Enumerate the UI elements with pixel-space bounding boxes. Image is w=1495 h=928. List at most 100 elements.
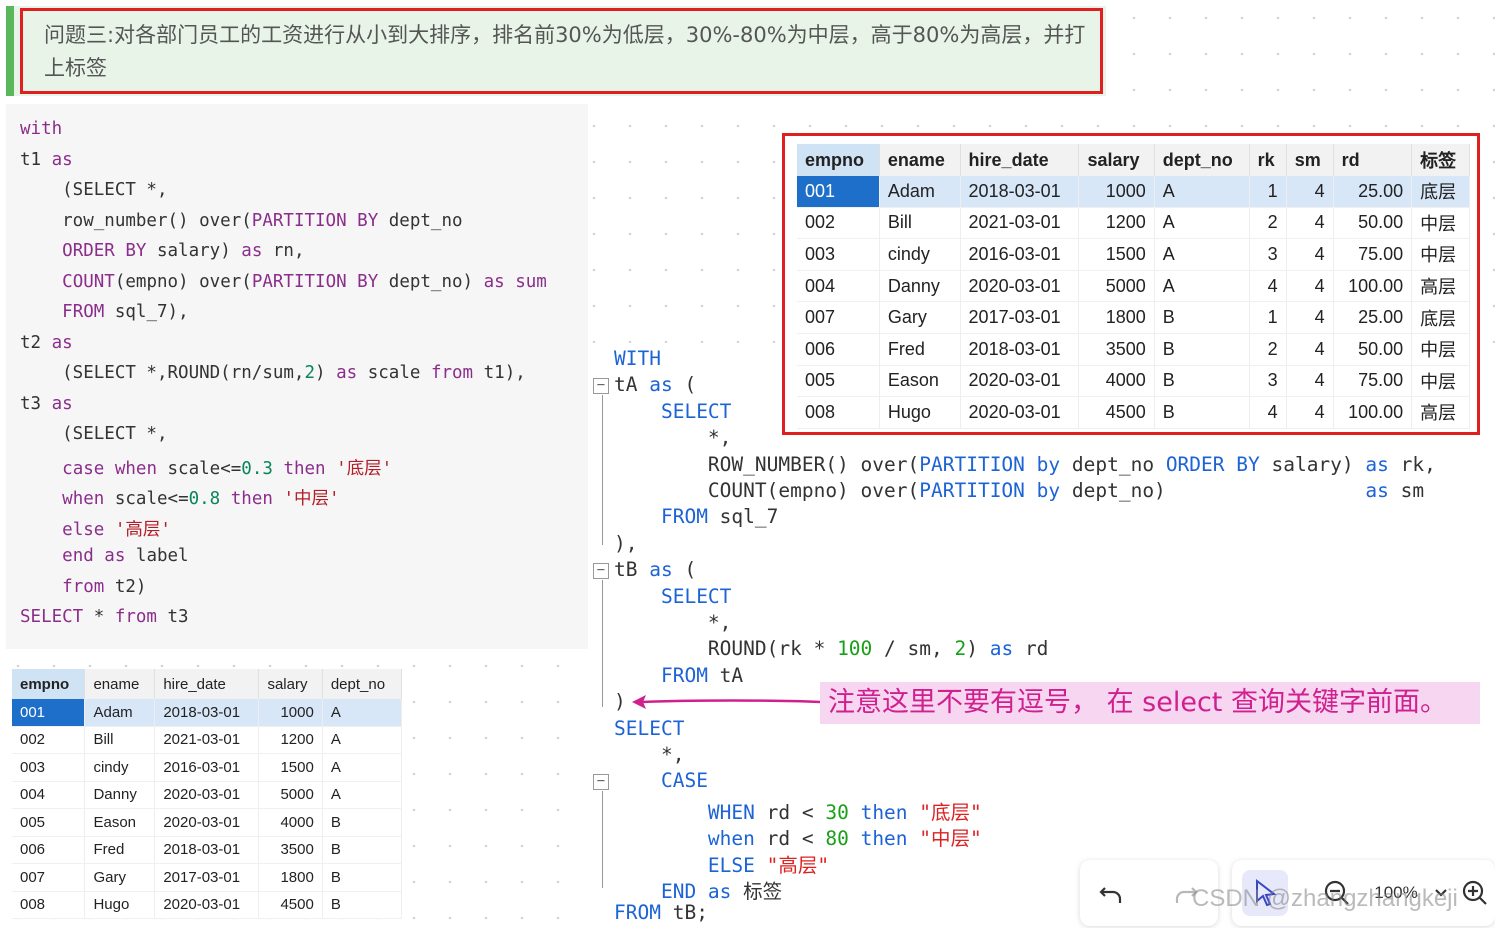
table-row[interactable]: 001 Adam 2018-03-01 1000 A — [12, 699, 403, 727]
fold-toggle-icon[interactable]: − — [593, 378, 609, 394]
table-cell[interactable]: 2020-03-01 — [154, 891, 260, 919]
table-cell[interactable]: Hugo — [84, 891, 156, 919]
table-cell[interactable]: Gary — [879, 301, 961, 334]
table-cell[interactable]: 4 — [1286, 238, 1334, 271]
table-cell[interactable]: Bill — [879, 207, 961, 240]
table-row[interactable]: 002 Bill 2021-03-01 1200 A 2 4 50.00 中层 — [797, 207, 1470, 240]
table-cell[interactable]: 高层 — [1411, 270, 1470, 303]
table-cell[interactable]: 007 — [12, 863, 86, 892]
table-cell[interactable]: 高层 — [1411, 396, 1470, 429]
table-cell[interactable]: Fred — [879, 333, 961, 366]
table-cell[interactable]: Hugo — [879, 396, 961, 429]
table-cell[interactable]: 中层 — [1411, 333, 1470, 366]
table-cell[interactable]: Eason — [84, 808, 156, 837]
table-cell[interactable]: 1200 — [258, 726, 323, 754]
table-cell[interactable]: 005 — [797, 365, 880, 398]
table-cell[interactable]: 003 — [797, 238, 880, 271]
table-cell[interactable]: 1000 — [258, 699, 323, 727]
undo-icon[interactable] — [1095, 876, 1129, 910]
table-cell[interactable]: 006 — [12, 836, 86, 864]
column-header[interactable]: salary — [1078, 144, 1155, 176]
table-cell[interactable]: B — [1154, 301, 1250, 334]
table-cell[interactable]: cindy — [879, 238, 961, 271]
table-cell[interactable]: Danny — [879, 270, 961, 303]
table-row[interactable]: 008 Hugo 2020-03-01 4500 B 4 4 100.00 高层 — [797, 396, 1470, 429]
table-cell[interactable]: 50.00 — [1333, 333, 1413, 366]
column-header[interactable]: rd — [1333, 144, 1413, 176]
table-cell[interactable]: 2018-03-01 — [960, 176, 1080, 208]
table-row[interactable]: 005 Eason 2020-03-01 4000 B — [12, 808, 403, 837]
table-cell[interactable]: 2020-03-01 — [154, 781, 260, 809]
column-header[interactable]: 标签 — [1411, 144, 1470, 176]
table-cell[interactable]: 50.00 — [1333, 207, 1413, 240]
table-row[interactable]: 003 cindy 2016-03-01 1500 A 3 4 75.00 中层 — [797, 238, 1470, 271]
fold-toggle-icon[interactable]: − — [593, 563, 609, 579]
table-cell[interactable]: 75.00 — [1333, 238, 1413, 271]
table-cell[interactable]: 002 — [12, 726, 86, 754]
table-cell[interactable]: 1 — [1249, 176, 1287, 208]
table-cell[interactable]: 5000 — [1078, 270, 1155, 303]
fold-toggle-icon[interactable]: − — [593, 774, 609, 790]
table-cell[interactable]: 4 — [1286, 301, 1334, 334]
table-cell[interactable]: 001 — [12, 699, 86, 727]
table-row[interactable]: 003 cindy 2016-03-01 1500 A — [12, 753, 403, 782]
table-cell[interactable]: Adam — [84, 699, 156, 727]
column-header[interactable]: salary — [258, 669, 323, 699]
table-cell[interactable]: A — [322, 699, 403, 727]
table-cell[interactable]: 4 — [1249, 270, 1287, 303]
table-cell[interactable]: 中层 — [1411, 238, 1470, 271]
table-cell[interactable]: 底层 — [1411, 301, 1470, 334]
table-cell[interactable]: 4 — [1286, 365, 1334, 398]
column-header[interactable]: sm — [1286, 144, 1334, 176]
column-header[interactable]: dept_no — [1154, 144, 1250, 176]
column-header[interactable]: rk — [1249, 144, 1287, 176]
table-cell[interactable]: 2016-03-01 — [154, 753, 260, 782]
table-cell[interactable]: A — [322, 781, 403, 809]
table-cell[interactable]: A — [1154, 176, 1250, 208]
column-header[interactable]: hire_date — [960, 144, 1080, 176]
table-row[interactable]: 007 Gary 2017-03-01 1800 B 1 4 25.00 底层 — [797, 301, 1470, 334]
table-cell[interactable]: 002 — [797, 207, 880, 240]
table-cell[interactable]: Adam — [879, 176, 961, 208]
table-row[interactable]: 006 Fred 2018-03-01 3500 B 2 4 50.00 中层 — [797, 333, 1470, 366]
table-cell[interactable]: 2016-03-01 — [960, 238, 1080, 271]
table-cell[interactable]: Gary — [84, 863, 156, 892]
table-cell[interactable]: 2017-03-01 — [960, 301, 1080, 334]
table-cell[interactable]: Bill — [84, 726, 156, 754]
table-cell[interactable]: 2020-03-01 — [960, 396, 1080, 429]
table-cell[interactable]: 4000 — [1078, 365, 1155, 398]
table-cell[interactable]: 2018-03-01 — [960, 333, 1080, 366]
table-cell[interactable]: 底层 — [1411, 176, 1470, 208]
table-cell[interactable]: Fred — [84, 836, 156, 864]
table-cell[interactable]: 1800 — [258, 863, 323, 892]
table-cell[interactable]: 1500 — [258, 753, 323, 782]
column-header[interactable]: empno — [797, 144, 880, 176]
table-cell[interactable]: 4500 — [1078, 396, 1155, 429]
table-cell[interactable]: 2018-03-01 — [154, 699, 260, 727]
table-cell[interactable]: 006 — [797, 333, 880, 366]
table-cell[interactable]: A — [322, 726, 403, 754]
table-cell[interactable]: cindy — [84, 753, 156, 782]
table-cell[interactable]: 中层 — [1411, 207, 1470, 240]
table-cell[interactable]: 4 — [1286, 270, 1334, 303]
table-cell[interactable]: B — [1154, 396, 1250, 429]
table-cell[interactable]: 1200 — [1078, 207, 1155, 240]
table-cell[interactable]: 2 — [1249, 333, 1287, 366]
table-cell[interactable]: 3500 — [258, 836, 323, 864]
table-cell[interactable]: 100.00 — [1333, 396, 1413, 429]
table-cell[interactable]: 25.00 — [1333, 301, 1413, 334]
table-cell[interactable]: 1000 — [1078, 176, 1155, 208]
table-cell[interactable]: 100.00 — [1333, 270, 1413, 303]
table-cell[interactable]: 2020-03-01 — [154, 808, 260, 837]
column-header[interactable]: dept_no — [322, 669, 403, 699]
table-cell[interactable]: B — [322, 891, 403, 919]
table-cell[interactable]: 4000 — [258, 808, 323, 837]
table-row[interactable]: 005 Eason 2020-03-01 4000 B 3 4 75.00 中层 — [797, 365, 1470, 398]
table-cell[interactable]: 2017-03-01 — [154, 863, 260, 892]
column-header[interactable]: ename — [84, 669, 156, 699]
table-cell[interactable]: 008 — [12, 891, 86, 919]
table-cell[interactable]: 2 — [1249, 207, 1287, 240]
table-cell[interactable]: 2018-03-01 — [154, 836, 260, 864]
table-cell[interactable]: 3 — [1249, 365, 1287, 398]
table-cell[interactable]: B — [322, 808, 403, 837]
